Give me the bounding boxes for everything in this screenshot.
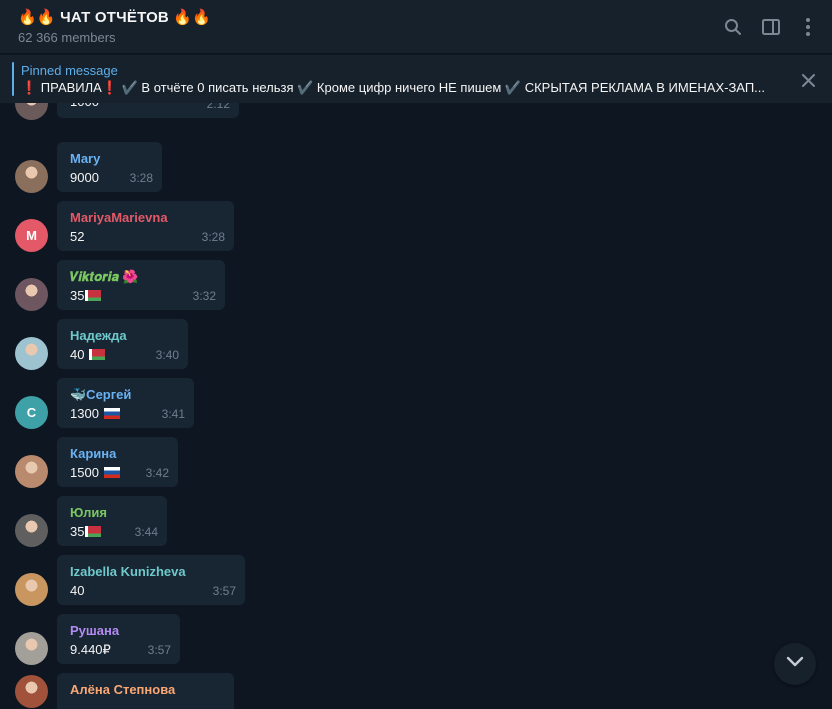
close-icon[interactable] [798, 70, 818, 90]
sender-name[interactable]: Надежда [70, 328, 127, 343]
message-row[interactable]: Mary 9000 3:28 [0, 142, 832, 202]
avatar[interactable] [15, 675, 48, 708]
message-text: 35 [70, 524, 102, 539]
avatar[interactable] [15, 632, 48, 665]
avatar[interactable] [15, 514, 48, 547]
belarus-flag-icon [89, 349, 106, 360]
russia-flag-icon [103, 467, 120, 478]
message-text: 1500 [70, 465, 120, 480]
message-time: 3:57 [147, 643, 171, 657]
sender-name[interactable]: 🐳Сергей [70, 387, 131, 403]
member-count: 62 366 members [18, 30, 116, 45]
message-bubble[interactable]: MariyaMarievna 52 3:28 [57, 201, 234, 251]
sender-name[interactable]: Карина [70, 446, 116, 461]
message-bubble[interactable]: Mary 9000 3:28 [57, 142, 162, 192]
message-text-value: 40 [70, 583, 85, 598]
avatar[interactable] [15, 573, 48, 606]
pinned-label: Pinned message [21, 63, 118, 78]
belarus-flag-icon [85, 290, 102, 301]
sender-name[interactable]: Рушана [70, 623, 119, 638]
sender-name[interactable]: Izabella Kunizheva [70, 564, 186, 579]
message-row[interactable]: С 🐳Сергей 1300 3:41 [0, 378, 832, 438]
message-row[interactable]: Карина 1500 3:42 [0, 437, 832, 497]
pinned-message-bar[interactable]: Pinned message ❗ ПРАВИЛА❗ ✔️ В отчёте 0 … [0, 54, 832, 103]
message-bubble[interactable]: Карина 1500 3:42 [57, 437, 178, 487]
message-text-value: 52 [70, 229, 85, 244]
message-text: 9.440₽ [70, 642, 111, 658]
pinned-text: ❗ ПРАВИЛА❗ ✔️ В отчёте 0 писать нельзя ✔… [21, 80, 766, 95]
belarus-flag-icon [85, 526, 102, 537]
message-text-value: 9000 [70, 170, 99, 185]
chevron-down-icon [786, 655, 804, 673]
message-time: 3:28 [129, 171, 153, 185]
message-text: 35 [70, 288, 102, 303]
more-vertical-icon[interactable] [796, 15, 820, 39]
message-text: 40 [70, 583, 84, 598]
message-bubble[interactable]: Ирина Потулина10002:12 [57, 103, 239, 118]
avatar[interactable] [15, 337, 48, 370]
chat-header: 🔥🔥 ЧАТ ОТЧЁТОВ 🔥🔥 62 366 members [0, 0, 832, 54]
message-list[interactable]: Ирина Потулина10002:12Mary90003:28MMariy… [0, 103, 832, 709]
sidebar-icon[interactable] [759, 15, 783, 39]
pinned-accent-bar [12, 62, 14, 96]
message-bubble[interactable]: Рушана 9.440₽ 3:57 [57, 614, 180, 664]
message-time: 3:57 [212, 584, 236, 598]
message-bubble[interactable]: 𝑽𝒊𝒌𝒕𝒐𝒓𝒊𝒂 🌺 35 3:32 [57, 260, 225, 310]
message-time: 3:32 [192, 289, 216, 303]
message-text: 40 [70, 347, 106, 362]
sender-name[interactable]: MariyaMarievna [70, 210, 168, 225]
sender-name[interactable]: 𝑽𝒊𝒌𝒕𝒐𝒓𝒊𝒂 🌺 [70, 269, 139, 285]
message-text: 9000 [70, 170, 99, 185]
search-icon[interactable] [721, 15, 745, 39]
message-time: 3:42 [145, 466, 169, 480]
message-text: 1000 [70, 103, 99, 109]
message-time: 2:12 [206, 103, 230, 111]
message-text-value: 1500 [70, 465, 103, 480]
message-text-value: 35 [70, 524, 85, 539]
message-bubble[interactable]: Izabella Kunizheva 40 3:57 [57, 555, 245, 605]
chat-title[interactable]: 🔥🔥 ЧАТ ОТЧЁТОВ 🔥🔥 [18, 8, 211, 26]
sender-name[interactable]: Юлия [70, 505, 107, 520]
message-text: 52 [70, 229, 84, 244]
sender-name[interactable]: Mary [70, 151, 100, 166]
avatar[interactable] [15, 455, 48, 488]
message-text-value: 9.440₽ [70, 642, 111, 657]
message-row[interactable]: Юлия 35 3:44 [0, 496, 832, 556]
message-row[interactable]: Надежда 40 3:40 [0, 319, 832, 379]
message-bubble[interactable]: Алёна Степнова [57, 673, 234, 709]
message-bubble[interactable]: Надежда 40 3:40 [57, 319, 188, 369]
avatar[interactable] [15, 103, 48, 120]
scroll-down-button[interactable] [774, 643, 816, 685]
message-row[interactable]: Алёна Степнова [0, 673, 832, 709]
message-text-value: 1300 [70, 406, 103, 421]
sender-name[interactable]: Алёна Степнова [70, 682, 175, 697]
message-text-value: 35 [70, 288, 85, 303]
message-time: 3:40 [155, 348, 179, 362]
message-time: 3:41 [161, 407, 185, 421]
message-time: 3:44 [134, 525, 158, 539]
message-row[interactable]: Izabella Kunizheva 40 3:57 [0, 555, 832, 615]
message-row[interactable]: M MariyaMarievna 52 3:28 [0, 201, 832, 261]
message-text-value: 40 [70, 347, 89, 362]
message-row[interactable]: 𝑽𝒊𝒌𝒕𝒐𝒓𝒊𝒂 🌺 35 3:32 [0, 260, 832, 320]
avatar[interactable]: M [15, 219, 48, 252]
message-bubble[interactable]: Юлия 35 3:44 [57, 496, 167, 546]
russia-flag-icon [103, 408, 120, 419]
avatar-initial: M [26, 228, 37, 243]
message-row[interactable]: Рушана 9.440₽ 3:57 [0, 614, 832, 674]
avatar[interactable] [15, 278, 48, 311]
avatar-initial: С [26, 405, 37, 420]
message-text-value: 1000 [70, 103, 99, 109]
message-bubble[interactable]: 🐳Сергей 1300 3:41 [57, 378, 194, 428]
avatar[interactable] [15, 160, 48, 193]
message-time: 3:28 [201, 230, 225, 244]
avatar[interactable]: С [15, 396, 48, 429]
message-text: 1300 [70, 406, 120, 421]
